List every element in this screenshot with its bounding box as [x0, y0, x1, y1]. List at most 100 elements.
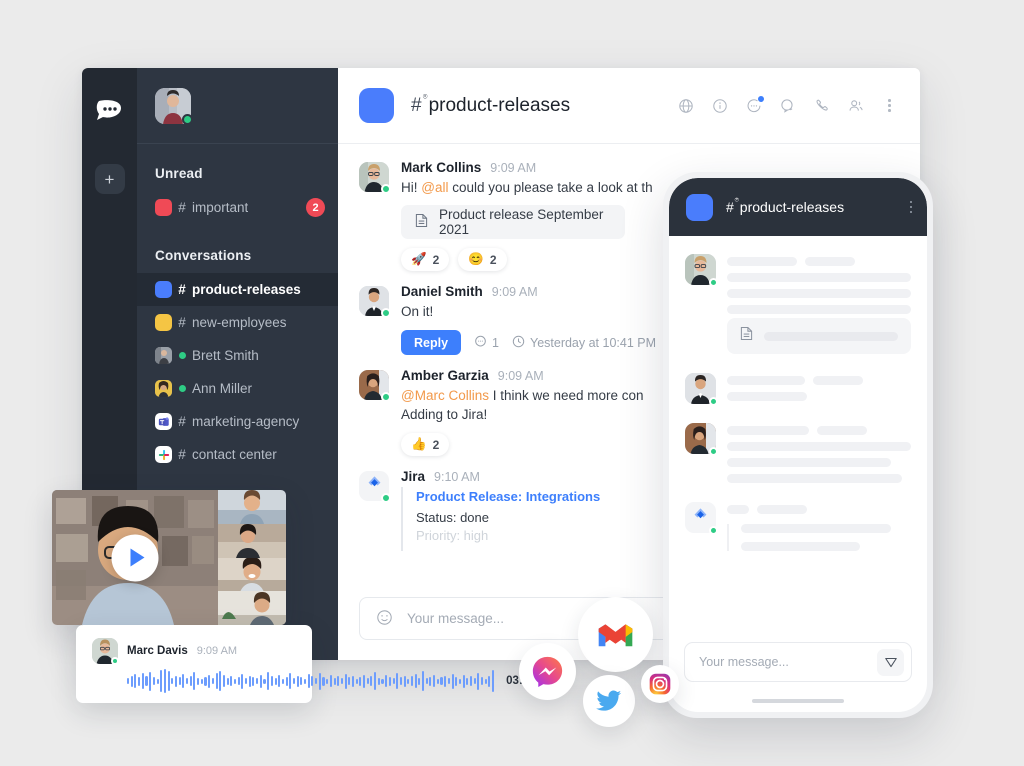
- discussion-icon[interactable]: [779, 97, 796, 114]
- threads-icon[interactable]: [745, 96, 764, 114]
- comment-icon: [474, 335, 487, 351]
- instagram-icon[interactable]: [641, 665, 679, 703]
- phone-icon[interactable]: [813, 97, 830, 114]
- participant-tile-3[interactable]: [218, 557, 286, 592]
- thread-count[interactable]: 1: [474, 335, 499, 351]
- play-icon: [130, 548, 144, 567]
- message-author: Jira: [401, 469, 426, 484]
- document-icon: [415, 213, 428, 231]
- members-icon[interactable]: [847, 97, 864, 114]
- waveform-bar: [259, 674, 262, 688]
- avatar[interactable]: [685, 502, 718, 535]
- color-swatch-icon: [155, 314, 172, 331]
- waveform-bar: [447, 678, 450, 684]
- participant-tile-2[interactable]: [218, 523, 286, 558]
- waveform-bar: [230, 676, 233, 686]
- skeleton-jira-card[interactable]: [727, 524, 911, 551]
- audio-waveform[interactable]: [127, 668, 495, 694]
- presence-dot: [709, 397, 718, 406]
- page-title: # ⌾ product-releases: [411, 92, 570, 117]
- waveform-bar: [414, 674, 417, 688]
- sidebar-item-contact-center[interactable]: # contact center: [137, 438, 338, 471]
- avatar[interactable]: [685, 373, 718, 406]
- waveform-bar: [322, 676, 325, 686]
- avatar[interactable]: [155, 87, 193, 125]
- waveform-bar: [233, 678, 237, 684]
- mention-link[interactable]: @Marc Collins: [401, 388, 489, 403]
- sidebar-item-important[interactable]: # important 2: [137, 191, 338, 224]
- gmail-icon[interactable]: [578, 597, 653, 672]
- mobile-app-mockup: # ⌾ product-releases Your message...: [663, 172, 933, 718]
- kebab-menu-icon[interactable]: [909, 200, 912, 214]
- skeleton-attachment[interactable]: [727, 318, 911, 354]
- waveform-bar: [141, 673, 144, 689]
- info-icon[interactable]: [711, 97, 728, 114]
- sidebar-item-brett-smith[interactable]: Brett Smith: [137, 339, 338, 372]
- skeleton-lines: [727, 502, 911, 551]
- message-author: Mark Collins: [401, 160, 482, 175]
- avatar[interactable]: [685, 254, 718, 287]
- globe-icon[interactable]: [677, 97, 694, 114]
- screenshot-stage: + Unread # important 2 Conversations # p…: [0, 0, 1024, 766]
- thread-count-value: 1: [492, 335, 499, 350]
- waveform-bar: [399, 677, 402, 685]
- mention-link[interactable]: @all: [421, 180, 448, 195]
- participant-tile-4[interactable]: [218, 591, 286, 625]
- presence-dot: [709, 447, 718, 456]
- waveform-bar: [377, 677, 380, 685]
- jira-issue-card[interactable]: Product Release: Integrations Status: do…: [401, 487, 651, 551]
- audio-message-card[interactable]: Marc Davis 9:09 AM 03:11: [76, 625, 535, 703]
- waveform-bar: [167, 671, 170, 691]
- chat-bubble-logo-icon[interactable]: [95, 98, 125, 122]
- waveform-bar: [425, 678, 428, 684]
- sidebar-item-ann-miller[interactable]: Ann Miller: [137, 372, 338, 405]
- jira-icon: [366, 475, 383, 497]
- video-call-widget[interactable]: [52, 490, 286, 625]
- skeleton-bar: [757, 505, 807, 514]
- avatar[interactable]: [359, 162, 391, 194]
- attachment-card[interactable]: Product release September 2021: [401, 205, 625, 239]
- jira-issue-title[interactable]: Product Release: Integrations: [416, 489, 651, 504]
- play-button[interactable]: [111, 534, 159, 581]
- rocket-reaction[interactable]: 🚀 2: [401, 248, 450, 271]
- phone-screen: # ⌾ product-releases Your message...: [669, 178, 927, 712]
- avatar[interactable]: [359, 370, 391, 402]
- waveform-bar: [204, 676, 207, 686]
- sidebar-item-product-releases[interactable]: # product-releases: [137, 273, 338, 306]
- twitter-icon[interactable]: [583, 675, 635, 727]
- sidebar-item-new-employees[interactable]: # new-employees: [137, 306, 338, 339]
- participant-tile-1[interactable]: [218, 490, 286, 524]
- sidebar-item-marketing-agency[interactable]: # marketing-agency: [137, 405, 338, 438]
- reply-button[interactable]: Reply: [401, 330, 462, 355]
- presence-dot: [182, 113, 193, 125]
- waveform-bar: [436, 678, 439, 684]
- avatar[interactable]: [359, 286, 391, 318]
- hash-icon: #: [178, 447, 186, 462]
- avatar[interactable]: [359, 471, 391, 503]
- phone-message-input[interactable]: Your message...: [684, 642, 912, 682]
- color-swatch-icon: [155, 199, 172, 216]
- add-workspace-button[interactable]: +: [94, 164, 125, 194]
- skeleton-row: [727, 257, 911, 266]
- hash-lock-icon: # ⌾: [726, 197, 739, 215]
- waveform-bar: [340, 678, 343, 684]
- skeleton-bar: [764, 331, 898, 341]
- avatar[interactable]: [685, 423, 718, 456]
- kebab-menu-icon[interactable]: [881, 97, 898, 114]
- send-icon[interactable]: [877, 648, 904, 676]
- messenger-icon[interactable]: [519, 643, 576, 700]
- message-text-part: could you please take a look at th: [448, 180, 653, 195]
- waveform-bar: [388, 676, 391, 686]
- waveform-bar: [245, 678, 248, 684]
- presence-dot: [709, 526, 718, 535]
- notification-badge-dot: [758, 96, 764, 102]
- waveform-bar: [186, 678, 189, 684]
- avatar[interactable]: [92, 638, 119, 665]
- thumbs-up-reaction[interactable]: 👍 2: [401, 433, 450, 456]
- smile-reaction[interactable]: 😊 2: [458, 248, 507, 271]
- skeleton-bar: [727, 458, 891, 467]
- audio-message-author: Marc Davis: [127, 645, 188, 657]
- emoji-icon[interactable]: [376, 609, 393, 629]
- hash-icon: #: [178, 282, 186, 297]
- reaction-count: 2: [489, 252, 497, 267]
